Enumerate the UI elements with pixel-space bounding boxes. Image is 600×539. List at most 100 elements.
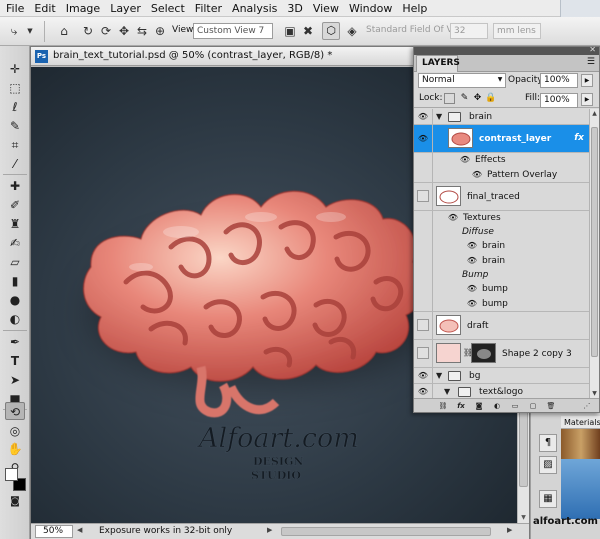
lock-all-icon[interactable]: 🔒 [485,93,496,104]
save-view-icon[interactable]: ▣ [282,23,298,39]
walk-view-icon[interactable]: ⇆ [134,23,150,39]
lens-select[interactable]: mm lens [493,23,541,39]
zoom-level-field[interactable]: 50% [35,525,73,538]
menu-edit[interactable]: Edit [32,2,63,15]
clone-stamp-tool-icon[interactable]: ♜ [5,215,25,233]
lasso-tool-icon[interactable]: ℓ [5,98,25,116]
visibility-eye-icon[interactable]: 👁 [416,132,430,146]
home-view-icon[interactable]: ⌂ [56,23,72,39]
foreground-color-swatch[interactable] [5,468,18,481]
expand-triangle-icon[interactable]: ▼ [444,387,450,396]
move-tool-icon[interactable]: ✛ [5,60,25,78]
textures-row[interactable]: 👁 Textures [414,211,589,226]
healing-brush-tool-icon[interactable]: ✚ [5,177,25,195]
lock-transparency-icon[interactable] [444,93,455,104]
menu-layer[interactable]: Layer [108,2,149,15]
quick-select-tool-icon[interactable]: ✎ [5,117,25,135]
add-mask-icon[interactable]: ◙ [474,401,484,411]
lock-pixels-icon[interactable]: ✎ [459,93,470,104]
path-selection-tool-icon[interactable]: ➤ [5,371,25,389]
effects-row[interactable]: 👁 Effects [414,153,589,168]
menu-analysis[interactable]: Analysis [230,2,285,15]
visibility-eye-icon[interactable]: 👁 [416,110,430,124]
tab-layers[interactable]: LAYERS [416,55,460,72]
perspective-camera-button[interactable]: ⬡ [322,22,340,40]
scroll-down-icon[interactable]: ▼ [518,512,529,523]
layer-row-group-text-logo[interactable]: 👁 ▼ text&logo [414,384,589,398]
adjustment-layer-icon[interactable]: ◐ [492,401,502,411]
texture-row-bump-1[interactable]: 👁 bump [414,282,589,297]
brush-tool-icon[interactable]: ✐ [5,196,25,214]
type-tool-icon[interactable]: T [5,352,25,370]
textures-eye-icon[interactable]: 👁 [446,211,460,225]
eraser-tool-icon[interactable]: ▱ [5,253,25,271]
hand-tool-icon[interactable]: ✋ [5,440,25,458]
menu-help[interactable]: Help [400,2,435,15]
effect-row-pattern-overlay[interactable]: 👁 Pattern Overlay [414,168,589,183]
panel-title-bar[interactable]: ✕ [414,45,599,55]
layer-row-shape-2-copy-3[interactable]: ⛓ Shape 2 copy 3 [414,340,589,368]
dodge-tool-icon[interactable]: ◐ [5,310,25,328]
texture-eye-icon[interactable]: 👁 [465,297,479,311]
delete-layer-icon[interactable]: 🗑 [546,401,556,411]
3d-rotate-tool-icon[interactable]: ⟲ [5,402,25,420]
layer-row-group-bg[interactable]: 👁 ▼ bg [414,368,589,384]
layer-row-group-brain[interactable]: 👁 ▼ brain [414,109,589,125]
3d-rotate-tool-icon[interactable]: ⤷ [6,23,22,39]
blend-mode-select[interactable]: Normal [418,73,506,88]
scroll-right-icon[interactable]: ▶ [507,526,512,534]
visibility-empty-box[interactable] [417,347,429,359]
marquee-tool-icon[interactable]: ⬚ [5,79,25,97]
zoom-camera-icon[interactable]: ⊕ [152,23,168,39]
menu-filter[interactable]: Filter [193,2,230,15]
fill-input[interactable]: 100% [540,93,578,108]
history-brush-tool-icon[interactable]: ✍ [5,234,25,252]
panel-menu-icon[interactable]: ☰ [587,57,595,67]
opacity-slider-icon[interactable]: ▶ [581,74,593,87]
visibility-eye-icon[interactable]: 👁 [416,369,430,383]
opacity-input[interactable]: 100% [540,73,578,88]
texture-eye-icon[interactable]: 👁 [465,239,479,253]
close-panel-icon[interactable]: ✕ [589,45,596,54]
quick-mask-icon[interactable]: ◙ [5,493,25,511]
horizontal-scroll-thumb[interactable] [281,527,491,536]
menu-3d[interactable]: 3D [285,2,310,15]
menu-file[interactable]: File [4,2,32,15]
new-layer-icon[interactable]: ▢ [528,401,538,411]
lock-position-icon[interactable]: ✥ [472,93,483,104]
link-layers-icon[interactable]: ⛓ [438,401,448,411]
status-prev-icon[interactable]: ◀ [77,526,82,534]
orbit-icon[interactable]: ↻ [80,23,96,39]
paragraph-panel-icon[interactable]: ¶ [539,434,557,452]
layers-scrollbar[interactable]: ▲ ▼ [589,109,599,398]
status-menu-icon[interactable]: ▶ [267,526,272,534]
gradient-tool-icon[interactable]: ▮ [5,272,25,290]
view-select[interactable]: Custom View 7 [193,23,273,39]
effects-eye-icon[interactable]: 👁 [458,153,472,167]
blur-tool-icon[interactable]: ● [5,291,25,309]
resize-grip-icon[interactable]: ⋰ [582,401,592,411]
texture-row-bump-2[interactable]: 👁 bump [414,297,589,312]
fx-icon[interactable]: fx [574,133,584,143]
grid-panel-icon[interactable]: ▦ [539,490,557,508]
materials-panel-label[interactable]: Materials [561,416,600,429]
menu-image[interactable]: Image [64,2,108,15]
layer-row-contrast-layer[interactable]: 👁 contrast_layer fx [414,125,589,153]
menu-select[interactable]: Select [149,2,193,15]
layers-scroll-thumb[interactable] [591,127,598,357]
pan-view-icon[interactable]: ✥ [116,23,132,39]
texture-eye-icon[interactable]: 👁 [465,254,479,268]
expand-triangle-icon[interactable]: ▼ [436,371,442,380]
tool-preset-dropdown-icon[interactable]: ▼ [22,23,38,39]
layers-scroll-up-icon[interactable]: ▲ [590,110,599,117]
delete-view-icon[interactable]: ✖ [300,23,316,39]
crop-tool-icon[interactable]: ⌗ [5,136,25,154]
menu-view[interactable]: View [311,2,347,15]
orthographic-camera-icon[interactable]: ◈ [344,23,360,39]
visibility-empty-box[interactable] [417,190,429,202]
layer-row-final-traced[interactable]: final_traced [414,183,589,211]
3d-orbit-tool-icon[interactable]: ◎ [5,422,25,440]
add-style-icon[interactable]: fx [456,401,466,411]
layers-scroll-down-icon[interactable]: ▼ [590,390,599,397]
fov-input[interactable]: 32 [450,23,488,39]
